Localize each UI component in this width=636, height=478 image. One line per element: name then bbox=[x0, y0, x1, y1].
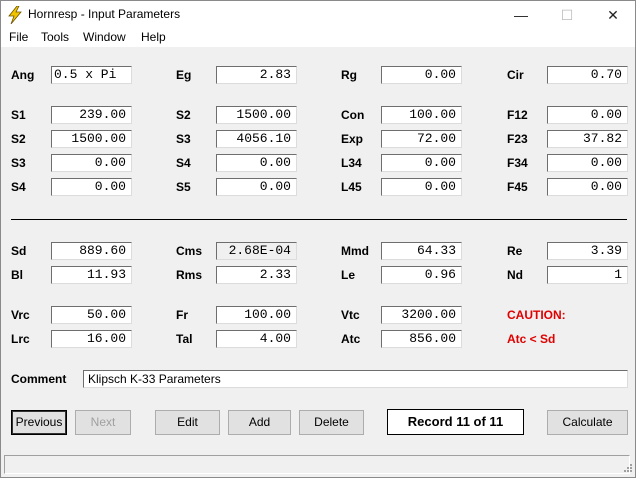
s3-col2-field[interactable]: 4056.10 bbox=[216, 130, 297, 148]
lightning-app-icon bbox=[8, 6, 22, 24]
menu-tools[interactable]: Tools bbox=[41, 30, 69, 45]
resize-grip-icon[interactable] bbox=[621, 463, 633, 475]
nd-field[interactable]: 1 bbox=[547, 266, 628, 284]
label-s4: S4 bbox=[11, 180, 26, 194]
f23-field[interactable]: 37.82 bbox=[547, 130, 628, 148]
cms-field[interactable]: 2.68E-04 bbox=[216, 242, 297, 260]
caution-title: CAUTION: bbox=[507, 308, 566, 322]
label-sd: Sd bbox=[11, 244, 27, 258]
label-ang: Ang bbox=[11, 68, 35, 82]
label-bl: Bl bbox=[11, 268, 23, 282]
section-divider bbox=[11, 219, 627, 220]
delete-button[interactable]: Delete bbox=[299, 410, 364, 435]
next-button[interactable]: Next bbox=[75, 410, 131, 435]
label-con: Con bbox=[341, 108, 365, 122]
minimize-button[interactable]: — bbox=[498, 1, 544, 30]
label-s4-col2: S4 bbox=[176, 156, 191, 170]
fr-field[interactable]: 100.00 bbox=[216, 306, 297, 324]
label-f12: F12 bbox=[507, 108, 528, 122]
label-exp: Exp bbox=[341, 132, 364, 146]
close-button[interactable]: ✕ bbox=[590, 1, 635, 30]
sd-field[interactable]: 889.60 bbox=[51, 242, 132, 260]
label-rg: Rg bbox=[341, 68, 357, 82]
s4-field[interactable]: 0.00 bbox=[51, 178, 132, 196]
f34-field[interactable]: 0.00 bbox=[547, 154, 628, 172]
l34-field[interactable]: 0.00 bbox=[381, 154, 462, 172]
status-bar bbox=[4, 455, 630, 474]
label-le: Le bbox=[341, 268, 356, 282]
bl-field[interactable]: 11.93 bbox=[51, 266, 132, 284]
vtc-field[interactable]: 3200.00 bbox=[381, 306, 462, 324]
label-mmd: Mmd bbox=[341, 244, 369, 258]
edit-button[interactable]: Edit bbox=[155, 410, 220, 435]
label-f34: F34 bbox=[507, 156, 528, 170]
label-nd: Nd bbox=[507, 268, 523, 282]
mmd-field[interactable]: 64.33 bbox=[381, 242, 462, 260]
lrc-field[interactable]: 16.00 bbox=[51, 330, 132, 348]
atc-field[interactable]: 856.00 bbox=[381, 330, 462, 348]
label-f23: F23 bbox=[507, 132, 528, 146]
label-s3: S3 bbox=[11, 156, 26, 170]
vrc-field[interactable]: 50.00 bbox=[51, 306, 132, 324]
s2-col2-field[interactable]: 1500.00 bbox=[216, 106, 297, 124]
label-s1: S1 bbox=[11, 108, 26, 122]
label-comment: Comment bbox=[11, 372, 67, 386]
s3-field[interactable]: 0.00 bbox=[51, 154, 132, 172]
label-vtc: Vtc bbox=[341, 308, 360, 322]
previous-button[interactable]: Previous bbox=[11, 410, 67, 435]
s5-field[interactable]: 0.00 bbox=[216, 178, 297, 196]
label-f45: F45 bbox=[507, 180, 528, 194]
window-title: Hornresp - Input Parameters bbox=[28, 7, 181, 21]
le-field[interactable]: 0.96 bbox=[381, 266, 462, 284]
f12-field[interactable]: 0.00 bbox=[547, 106, 628, 124]
caution-message: Atc < Sd bbox=[507, 332, 556, 346]
s2-field[interactable]: 1500.00 bbox=[51, 130, 132, 148]
label-s2: S2 bbox=[11, 132, 26, 146]
menu-bar: File Tools Window Help bbox=[1, 30, 635, 48]
rms-field[interactable]: 2.33 bbox=[216, 266, 297, 284]
label-l34: L34 bbox=[341, 156, 362, 170]
hornresp-window: Hornresp - Input Parameters — ☐ ✕ File T… bbox=[0, 0, 636, 478]
s1-field[interactable]: 239.00 bbox=[51, 106, 132, 124]
con-field[interactable]: 100.00 bbox=[381, 106, 462, 124]
menu-window[interactable]: Window bbox=[83, 30, 126, 45]
rg-field[interactable]: 0.00 bbox=[381, 66, 462, 84]
label-tal: Tal bbox=[176, 332, 193, 346]
label-s5: S5 bbox=[176, 180, 191, 194]
label-cir: Cir bbox=[507, 68, 524, 82]
f45-field[interactable]: 0.00 bbox=[547, 178, 628, 196]
add-button[interactable]: Add bbox=[228, 410, 291, 435]
label-eg: Eg bbox=[176, 68, 192, 82]
label-cms: Cms bbox=[176, 244, 203, 258]
menu-help[interactable]: Help bbox=[141, 30, 166, 45]
l45-field[interactable]: 0.00 bbox=[381, 178, 462, 196]
tal-field[interactable]: 4.00 bbox=[216, 330, 297, 348]
label-lrc: Lrc bbox=[11, 332, 30, 346]
label-l45: L45 bbox=[341, 180, 362, 194]
eg-field[interactable]: 2.83 bbox=[216, 66, 297, 84]
re-field[interactable]: 3.39 bbox=[547, 242, 628, 260]
record-indicator: Record 11 of 11 bbox=[387, 409, 524, 435]
label-re: Re bbox=[507, 244, 523, 258]
label-vrc: Vrc bbox=[11, 308, 30, 322]
comment-field[interactable]: Klipsch K-33 Parameters bbox=[83, 370, 628, 388]
maximize-button[interactable]: ☐ bbox=[544, 1, 590, 30]
label-fr: Fr bbox=[176, 308, 188, 322]
label-s3-col2: S3 bbox=[176, 132, 191, 146]
calculate-button[interactable]: Calculate bbox=[547, 410, 628, 435]
s4-col2-field[interactable]: 0.00 bbox=[216, 154, 297, 172]
cir-field[interactable]: 0.70 bbox=[547, 66, 628, 84]
label-atc: Atc bbox=[341, 332, 361, 346]
title-bar: Hornresp - Input Parameters — ☐ ✕ bbox=[1, 1, 635, 30]
ang-field[interactable]: 0.5 x Pi bbox=[51, 66, 132, 84]
menu-file[interactable]: File bbox=[9, 30, 28, 45]
label-s2-col2: S2 bbox=[176, 108, 191, 122]
label-rms: Rms bbox=[176, 268, 203, 282]
exp-field[interactable]: 72.00 bbox=[381, 130, 462, 148]
